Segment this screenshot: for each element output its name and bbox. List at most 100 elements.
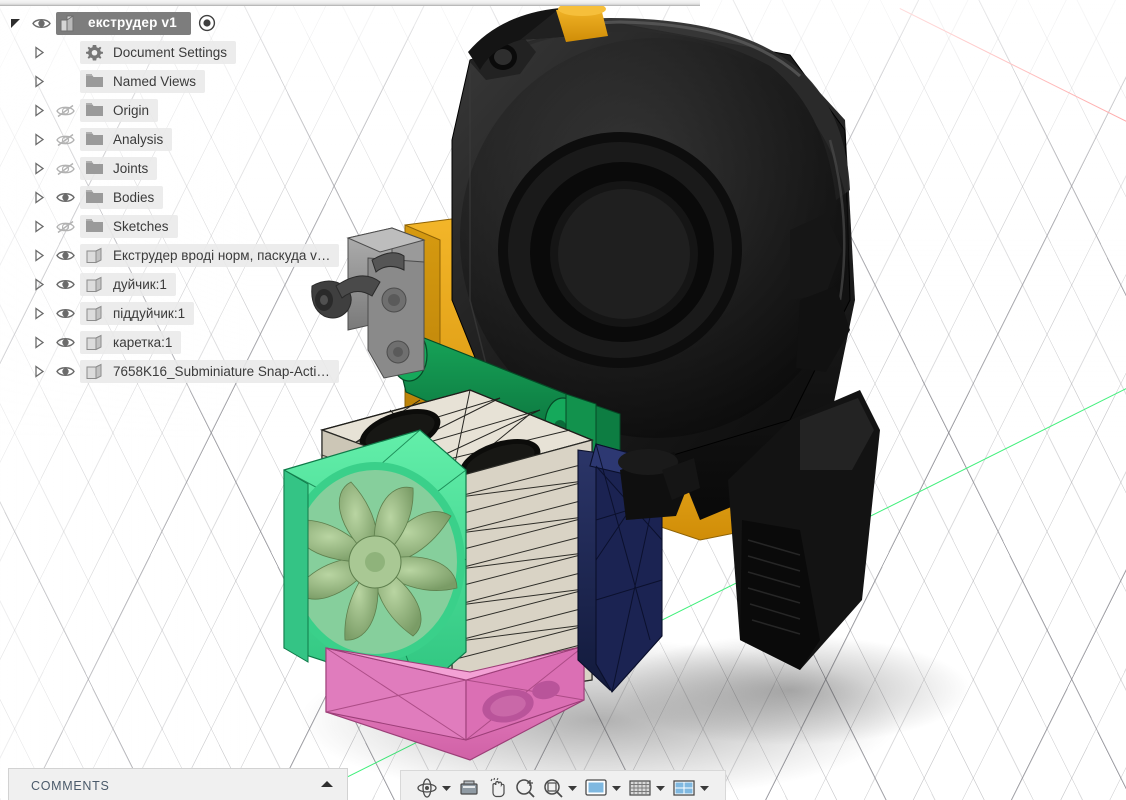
triangle-right-icon[interactable] [28,104,50,117]
browser-item-label: Named Views [113,75,196,89]
component-icon [85,363,104,380]
browser-item-label: 7658K16_Subminiature Snap-Acti… [113,365,330,379]
gear-icon [85,44,104,61]
triangle-right-icon[interactable] [28,46,50,59]
eye-visible-icon[interactable] [50,365,80,378]
browser-item-chip[interactable]: каретка:1 [80,331,181,354]
browser-item-chip[interactable]: Екструдер вроді норм, паскуда v… [80,244,339,267]
chevron-down-icon[interactable] [699,784,710,792]
browser-tree[interactable]: екструдер v1 Document Settings Named View… [0,8,372,386]
browser-item-екструдер-вроді-норм-паскуда-v[interactable]: Екструдер вроді норм, паскуда v… [0,241,372,270]
comments-title: COMMENTS [31,779,110,793]
triangle-right-icon[interactable] [28,191,50,204]
browser-root-label: екструдер v1 [88,16,177,30]
triangle-right-icon[interactable] [28,75,50,88]
navigation-toolbar[interactable] [400,770,726,800]
browser-item-chip[interactable]: дуйчик:1 [80,273,176,296]
browser-item-origin[interactable]: Origin [0,96,372,125]
triangle-right-icon[interactable] [28,133,50,146]
chevron-down-icon[interactable] [441,784,452,792]
browser-item-каретка-1[interactable]: каретка:1 [0,328,372,357]
browser-item-chip[interactable]: Analysis [80,128,172,151]
folder-icon [85,102,104,119]
folder-icon [85,73,104,90]
component-icon [85,305,104,322]
triangle-right-icon[interactable] [28,249,50,262]
browser-item-label: Joints [113,162,148,176]
component-icon [85,247,104,264]
pan-look-at-tool-button[interactable] [455,773,483,800]
browser-item-label: Origin [113,104,149,118]
eye-hidden-icon[interactable] [50,104,80,118]
triangle-right-icon[interactable] [28,278,50,291]
fit-icon [542,777,564,799]
fusion360-window: екструдер v1 Document Settings Named View… [0,0,1126,800]
browser-item-label: Sketches [113,220,169,234]
eye-visible-icon[interactable] [26,17,56,30]
browser-item-label: Document Settings [113,46,227,60]
triangle-down-icon[interactable] [4,17,26,30]
chevron-down-icon[interactable] [611,784,622,792]
orbit-icon [416,777,438,799]
component-icon [60,15,79,32]
browser-item-chip[interactable]: Bodies [80,186,163,209]
eye-visible-icon[interactable] [50,249,80,262]
browser-item-chip[interactable]: Sketches [80,215,178,238]
chevron-up-icon[interactable] [319,777,335,795]
triangle-right-icon[interactable] [28,336,50,349]
browser-root-chip[interactable]: екструдер v1 [56,12,191,35]
eye-hidden-icon[interactable] [50,162,80,176]
eye-visible-icon[interactable] [50,278,80,291]
browser-item-chip[interactable]: Joints [80,157,157,180]
eye-visible-icon[interactable] [50,336,80,349]
grid-snaps-icon [628,778,652,798]
browser-item-7658k16-subminiature-snap-acti[interactable]: 7658K16_Subminiature Snap-Acti… [0,357,372,386]
eye-visible-icon[interactable] [50,307,80,320]
folder-icon [85,189,104,206]
display-settings-button[interactable] [581,773,625,800]
browser-item-list[interactable]: Document Settings Named Views Origin Analys… [0,38,372,386]
zoom-icon [514,777,536,799]
browser-item-label: Bodies [113,191,154,205]
browser-item-chip[interactable]: Origin [80,99,158,122]
triangle-right-icon[interactable] [28,307,50,320]
zoom-tool-button[interactable] [511,773,539,800]
browser-item-label: дуйчик:1 [113,278,167,292]
browser-item-analysis[interactable]: Analysis [0,125,372,154]
eye-hidden-icon[interactable] [50,133,80,147]
browser-item-sketches[interactable]: Sketches [0,212,372,241]
browser-item-label: Analysis [113,133,163,147]
fit-tool-button[interactable] [539,773,581,800]
browser-item-chip[interactable]: піддуйчик:1 [80,302,194,325]
eye-visible-icon[interactable] [50,191,80,204]
orbit-tool-button[interactable] [413,773,455,800]
component-icon [85,334,104,351]
browser-item-піддуйчик-1[interactable]: піддуйчик:1 [0,299,372,328]
triangle-right-icon[interactable] [28,365,50,378]
browser-item-label: Екструдер вроді норм, паскуда v… [113,249,330,263]
grid-and-snaps-button[interactable] [625,773,669,800]
toolbar-edge-strip [0,0,700,6]
folder-icon [85,160,104,177]
browser-item-joints[interactable]: Joints [0,154,372,183]
browser-item-дуйчик-1[interactable]: дуйчик:1 [0,270,372,299]
browser-item-chip[interactable]: Named Views [80,70,205,93]
triangle-right-icon[interactable] [28,162,50,175]
folder-icon [85,131,104,148]
triangle-right-icon[interactable] [28,220,50,233]
hand-pan-icon [486,777,508,799]
radio-selected-icon[interactable] [198,14,216,32]
browser-item-document-settings[interactable]: Document Settings [0,38,372,67]
browser-item-named-views[interactable]: Named Views [0,67,372,96]
eye-hidden-icon[interactable] [50,220,80,234]
browser-item-chip[interactable]: 7658K16_Subminiature Snap-Acti… [80,360,339,383]
comments-panel[interactable]: COMMENTS [8,768,348,800]
component-icon [85,276,104,293]
browser-root-row[interactable]: екструдер v1 [0,8,372,38]
browser-item-bodies[interactable]: Bodies [0,183,372,212]
chevron-down-icon[interactable] [655,784,666,792]
chevron-down-icon[interactable] [567,784,578,792]
viewports-button[interactable] [669,773,713,800]
pan-tool-button[interactable] [483,773,511,800]
browser-item-chip[interactable]: Document Settings [80,41,236,64]
